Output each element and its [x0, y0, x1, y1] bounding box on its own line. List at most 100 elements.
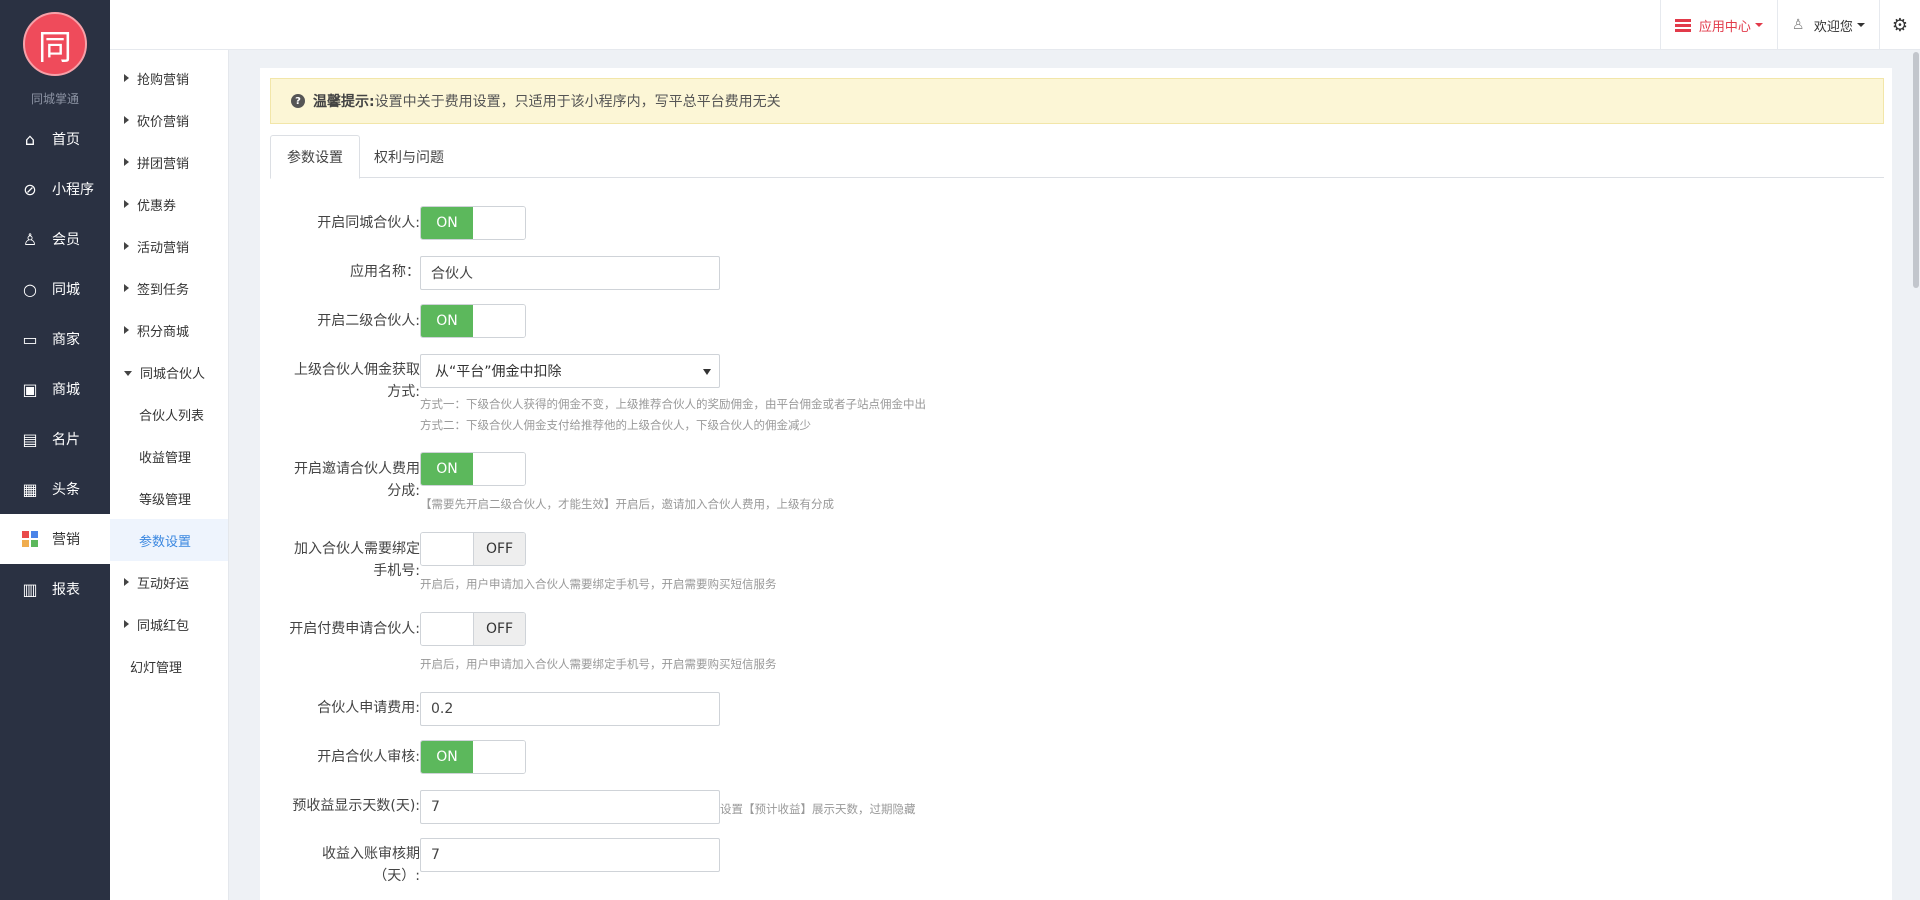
nav-item-member[interactable]: ♙ 会员: [0, 214, 110, 264]
bind-label-line2: 手机号:: [373, 563, 420, 579]
caret-right-icon: [124, 242, 129, 250]
preview-days-input[interactable]: [420, 790, 720, 824]
paid-apply-help: 开启后，用户申请加入合伙人需要绑定手机号，开启需要购买短信服务: [420, 657, 777, 671]
audit-days-label-line1: 收益入账审核期: [322, 846, 420, 862]
user-outline-icon: ♙: [1791, 17, 1805, 33]
brand-logo[interactable]: 同: [23, 12, 87, 76]
subnav-label: 等级管理: [139, 492, 192, 508]
subnav-label: 优惠券: [137, 198, 177, 214]
enable-level2-label: 开启二级合伙人:: [317, 313, 420, 329]
subnav-city-partner[interactable]: 同城合伙人: [110, 351, 228, 393]
toggle-on-label: ON: [421, 741, 473, 773]
nav-item-merchant[interactable]: ▭ 商家: [0, 314, 110, 364]
subnav-coupon[interactable]: 优惠券: [110, 183, 228, 225]
settings-button[interactable]: ⚙: [1878, 0, 1920, 50]
audit-days-input[interactable]: [420, 838, 720, 872]
user-menu-button[interactable]: ♙ 欢迎您: [1776, 0, 1879, 50]
toggle-off-label: OFF: [473, 613, 525, 645]
audit-days-label-line2: （天）:: [373, 868, 420, 884]
subnav-flash-sale[interactable]: 抢购营销: [110, 57, 228, 99]
gear-icon: ⚙: [1891, 14, 1908, 36]
subnav-label: 积分商城: [137, 324, 190, 340]
invite-share-label: 开启邀请合伙人费用 分成:: [270, 458, 420, 502]
invite-share-toggle[interactable]: ON: [420, 452, 526, 486]
nav-label: 商城: [52, 382, 80, 398]
commission-help-line2: 方式二：下级合伙人佣金支付给推荐他的上级合伙人，下级合伙人的佣金减少: [420, 418, 811, 432]
caret-right-icon: [124, 284, 129, 292]
caret-right-icon: [124, 74, 129, 82]
scrollbar-thumb[interactable]: [1913, 52, 1919, 288]
subnav-checkin[interactable]: 签到任务: [110, 267, 228, 309]
toggle-off-label: OFF: [473, 533, 525, 565]
subnav-partner-list[interactable]: 合伙人列表: [110, 393, 228, 435]
tab-rights[interactable]: 权利与问题: [358, 135, 460, 179]
subnav-points-mall[interactable]: 积分商城: [110, 309, 228, 351]
toggle-blank: [473, 453, 525, 485]
toggle-blank: [473, 305, 525, 337]
tab-bar: 参数设置 权利与问题: [270, 135, 1884, 179]
enable-level2-toggle[interactable]: ON: [420, 304, 526, 338]
grid-icon: [20, 529, 40, 549]
subnav-activity[interactable]: 活动营销: [110, 225, 228, 267]
nav-item-home[interactable]: ⌂ 首页: [0, 114, 110, 164]
bind-phone-help: 开启后，用户申请加入合伙人需要绑定手机号，开启需要购买短信服务: [420, 577, 777, 591]
audit-days-label: 收益入账审核期 （天）:: [270, 843, 420, 887]
commission-label-line1: 上级合伙人佣金获取: [294, 362, 420, 378]
nav-list: ⌂ 首页 ⊘ 小程序 ♙ 会员 ○ 同城 ▭ 商家 ▣ 商城 ▤ 名片 ▦ 头条 营销 ▥ 报表: [0, 114, 110, 614]
user-icon: ♙: [22, 229, 38, 249]
toggle-on-label: ON: [421, 305, 473, 337]
enable-partner-toggle[interactable]: ON: [420, 206, 526, 240]
subnav-bargain[interactable]: 砍价营销: [110, 99, 228, 141]
nav-label: 商家: [52, 332, 80, 348]
nav-item-card[interactable]: ▤ 名片: [0, 414, 110, 464]
app-name-input[interactable]: [420, 256, 720, 290]
toggle-on-label: ON: [421, 207, 473, 239]
commission-help: 方式一：下级合伙人获得的佣金不变，上级推荐合伙人的奖励佣金，由平台佣金或者子站点…: [420, 394, 926, 436]
paid-apply-toggle[interactable]: OFF: [420, 612, 526, 646]
nav-label: 报表: [52, 582, 80, 598]
select-arrow-icon: [703, 369, 711, 375]
subnav-slides[interactable]: 幻灯管理: [110, 645, 228, 687]
subnav-group-buy[interactable]: 拼团营销: [110, 141, 228, 183]
nav-item-city[interactable]: ○ 同城: [0, 264, 110, 314]
bind-phone-toggle[interactable]: OFF: [420, 532, 526, 566]
invite-label-line2: 分成:: [387, 483, 420, 499]
commission-label-line2: 方式:: [387, 384, 420, 400]
content-panel: ? 温馨提示: 设置中关于费用设置，只适用于该小程序内，写平总平台费用无关 参数…: [260, 68, 1892, 900]
commission-method-select[interactable]: 从“平台”佣金中扣除: [420, 354, 720, 388]
toggle-blank: [473, 741, 525, 773]
brand-logo-char: 同: [38, 27, 72, 68]
caret-down-icon: [1856, 23, 1865, 27]
audit-toggle[interactable]: ON: [420, 740, 526, 774]
app-center-button[interactable]: 应用中心: [1659, 0, 1777, 50]
caret-right-icon: [124, 116, 129, 124]
tab-label: 参数设置: [287, 150, 343, 166]
subnav-label: 砍价营销: [137, 114, 190, 130]
nav-item-mall[interactable]: ▣ 商城: [0, 364, 110, 414]
miniprogram-icon: ⊘: [23, 179, 37, 199]
sub-nav: 抢购营销 砍价营销 拼团营销 优惠券 活动营销 签到任务 积分商城 同城合伙人 …: [110, 0, 229, 900]
subnav-settings[interactable]: 参数设置: [110, 519, 228, 561]
preview-days-label: 预收益显示天数(天):: [292, 798, 420, 814]
nav-item-marketing[interactable]: 营销: [0, 514, 110, 564]
tab-params[interactable]: 参数设置: [270, 135, 360, 179]
commission-method-value: 从“平台”佣金中扣除: [435, 364, 562, 380]
nav-item-news[interactable]: ▦ 头条: [0, 464, 110, 514]
subnav-label: 同城合伙人: [140, 366, 206, 382]
subnav-earnings[interactable]: 收益管理: [110, 435, 228, 477]
caret-down-icon: [1754, 23, 1763, 27]
subnav-interactive-luck[interactable]: 互动好运: [110, 561, 228, 603]
nav-item-report[interactable]: ▥ 报表: [0, 564, 110, 614]
subnav-label: 幻灯管理: [130, 660, 183, 676]
subnav-label: 参数设置: [139, 534, 192, 550]
bind-label-line1: 加入合伙人需要绑定: [294, 541, 420, 557]
apply-fee-input[interactable]: [420, 692, 720, 726]
paid-apply-label: 开启付费申请合伙人:: [289, 621, 420, 637]
caret-right-icon: [124, 326, 129, 334]
app-center-label: 应用中心: [1698, 19, 1751, 35]
subnav-red-packet[interactable]: 同城红包: [110, 603, 228, 645]
subnav-levels[interactable]: 等级管理: [110, 477, 228, 519]
apply-fee-label: 合伙人申请费用:: [317, 700, 420, 716]
nav-item-miniprogram[interactable]: ⊘ 小程序: [0, 164, 110, 214]
main-nav: 同 同城掌通 ⌂ 首页 ⊘ 小程序 ♙ 会员 ○ 同城 ▭ 商家 ▣ 商城 ▤ 名片 ▦ 头条 …: [0, 0, 110, 900]
